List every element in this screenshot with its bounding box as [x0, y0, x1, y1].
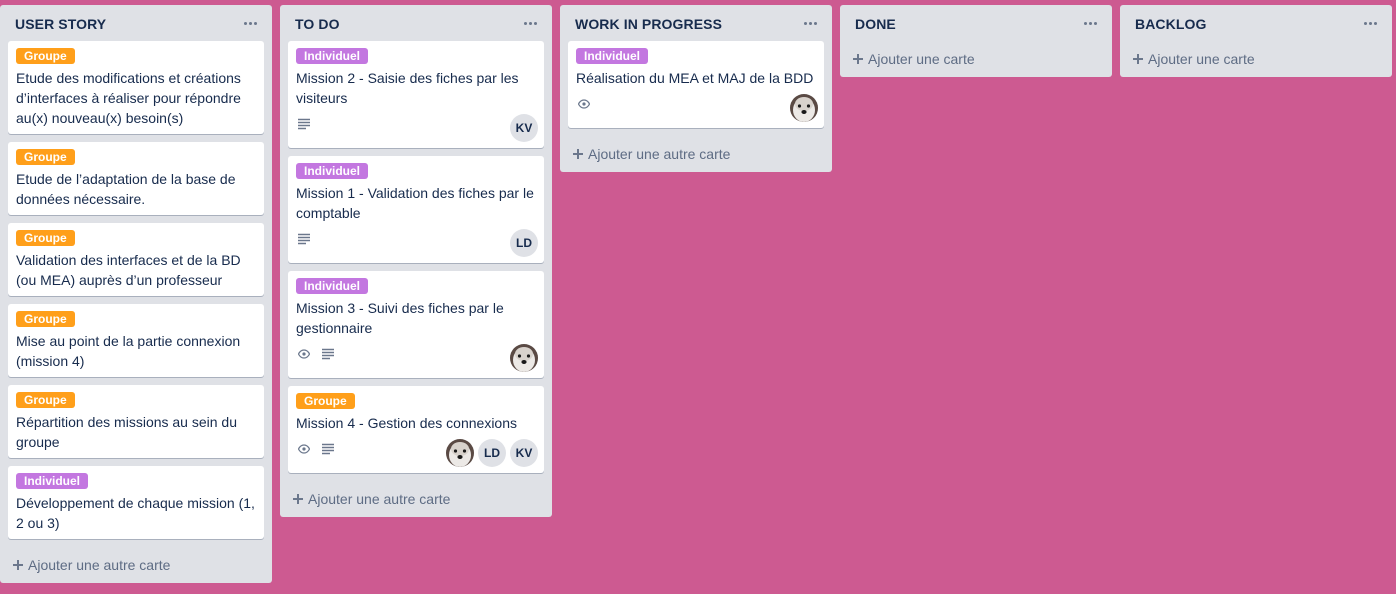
dog-avatar[interactable]	[790, 94, 818, 122]
eye-icon	[298, 349, 310, 359]
board: USER STORY Groupe Etude des modification…	[0, 5, 1396, 594]
card[interactable]: Groupe Répartition des missions au sein …	[8, 385, 264, 458]
card-title: Etude des modifications et créations d’i…	[16, 70, 241, 126]
list-header[interactable]: WORK IN PROGRESS	[560, 5, 832, 41]
card-label-groupe: Groupe	[16, 48, 75, 64]
card-title: Mission 3 - Suivi des fiches par le gest…	[296, 300, 504, 336]
card[interactable]: Individuel Mission 3 - Suivi des fiches …	[288, 271, 544, 378]
list-done: DONE Ajouter une carte	[840, 5, 1112, 77]
dog-avatar[interactable]	[510, 344, 538, 372]
card-label-groupe: Groupe	[16, 149, 75, 165]
card-label-groupe: Groupe	[296, 393, 355, 409]
card-members	[510, 344, 538, 372]
card-members: LD	[510, 229, 538, 257]
card-badges	[576, 90, 818, 122]
card-members	[790, 94, 818, 122]
list-header[interactable]: USER STORY	[0, 5, 272, 41]
member-avatar[interactable]: KV	[510, 114, 538, 142]
list-title[interactable]: TO DO	[295, 16, 340, 32]
add-card-label: Ajouter une autre carte	[588, 146, 731, 162]
member-avatar[interactable]: LD	[478, 439, 506, 467]
card[interactable]: Individuel Mission 1 - Validation des fi…	[288, 156, 544, 263]
card-container: Groupe Etude des modifications et créati…	[0, 41, 272, 539]
more-options-icon[interactable]	[800, 13, 820, 33]
list-user-story: USER STORY Groupe Etude des modification…	[0, 5, 272, 583]
card-title: Etude de l’adaptation de la base de donn…	[16, 171, 236, 207]
card[interactable]: Individuel Mission 2 - Saisie des fiches…	[288, 41, 544, 148]
add-card-button[interactable]: Ajouter une carte	[1124, 41, 1388, 77]
more-options-icon[interactable]	[1080, 13, 1100, 33]
eye-icon	[578, 99, 590, 109]
card[interactable]: Groupe Etude des modifications et créati…	[8, 41, 264, 134]
more-options-icon[interactable]	[1360, 13, 1380, 33]
card-title: Développement de chaque mission (1, 2 ou…	[16, 495, 255, 531]
add-card-label: Ajouter une carte	[1148, 51, 1255, 67]
card-container: Individuel Mission 2 - Saisie des fiches…	[280, 41, 552, 473]
add-card-label: Ajouter une autre carte	[308, 491, 451, 507]
eye-icon	[298, 444, 310, 454]
card-badges	[296, 340, 538, 372]
description-icon	[322, 443, 334, 455]
card-container: Individuel Réalisation du MEA et MAJ de …	[560, 41, 832, 128]
list-title[interactable]: USER STORY	[15, 16, 106, 32]
card-badges: LD KV	[296, 435, 538, 467]
member-avatar[interactable]: KV	[510, 439, 538, 467]
card-title: Mission 4 - Gestion des connexions	[296, 415, 517, 431]
card-label-individuel: Individuel	[296, 48, 369, 64]
card-label-individuel: Individuel	[576, 48, 649, 64]
list-header[interactable]: DONE	[840, 5, 1112, 41]
list-title[interactable]: BACKLOG	[1135, 16, 1206, 32]
card[interactable]: Groupe Mission 4 - Gestion des connexion…	[288, 386, 544, 473]
more-options-icon[interactable]	[240, 13, 260, 33]
plus-icon	[13, 560, 23, 570]
card-members: KV	[510, 114, 538, 142]
card-title: Validation des interfaces et de la BD (o…	[16, 252, 241, 288]
card[interactable]: Individuel Développement de chaque missi…	[8, 466, 264, 539]
card-title: Répartition des missions au sein du grou…	[16, 414, 238, 450]
description-icon	[298, 233, 310, 245]
card-label-groupe: Groupe	[16, 311, 75, 327]
dog-avatar[interactable]	[446, 439, 474, 467]
description-icon	[322, 348, 334, 360]
add-card-label: Ajouter une autre carte	[28, 557, 171, 573]
card-label-groupe: Groupe	[16, 230, 75, 246]
add-card-label: Ajouter une carte	[868, 51, 975, 67]
list-work-in-progress: WORK IN PROGRESS Individuel Réalisation …	[560, 5, 832, 172]
add-card-button[interactable]: Ajouter une autre carte	[564, 136, 828, 172]
list-to-do: TO DO Individuel Mission 2 - Saisie des …	[280, 5, 552, 517]
card[interactable]: Groupe Etude de l’adaptation de la base …	[8, 142, 264, 215]
plus-icon	[853, 54, 863, 64]
card-title: Mission 2 - Saisie des fiches par les vi…	[296, 70, 519, 106]
list-header[interactable]: BACKLOG	[1120, 5, 1392, 41]
plus-icon	[573, 149, 583, 159]
list-backlog: BACKLOG Ajouter une carte	[1120, 5, 1392, 77]
card-label-groupe: Groupe	[16, 392, 75, 408]
member-avatar[interactable]: LD	[510, 229, 538, 257]
card[interactable]: Groupe Validation des interfaces et de l…	[8, 223, 264, 296]
card-badges: KV	[296, 110, 538, 142]
card-label-individuel: Individuel	[16, 473, 89, 489]
card-title: Réalisation du MEA et MAJ de la BDD	[576, 70, 814, 86]
card-label-individuel: Individuel	[296, 163, 369, 179]
list-title[interactable]: DONE	[855, 16, 896, 32]
list-header[interactable]: TO DO	[280, 5, 552, 41]
card-title: Mise au point de la partie connexion (mi…	[16, 333, 241, 369]
list-title[interactable]: WORK IN PROGRESS	[575, 16, 722, 32]
more-options-icon[interactable]	[520, 13, 540, 33]
card-members: LD KV	[446, 439, 538, 467]
description-icon	[298, 118, 310, 130]
add-card-button[interactable]: Ajouter une autre carte	[4, 547, 268, 583]
add-card-button[interactable]: Ajouter une carte	[844, 41, 1108, 77]
card-title: Mission 1 - Validation des fiches par le…	[296, 185, 534, 221]
plus-icon	[293, 494, 303, 504]
plus-icon	[1133, 54, 1143, 64]
card-badges: LD	[296, 225, 538, 257]
card[interactable]: Groupe Mise au point de la partie connex…	[8, 304, 264, 377]
card[interactable]: Individuel Réalisation du MEA et MAJ de …	[568, 41, 824, 128]
add-card-button[interactable]: Ajouter une autre carte	[284, 481, 548, 517]
card-label-individuel: Individuel	[296, 278, 369, 294]
